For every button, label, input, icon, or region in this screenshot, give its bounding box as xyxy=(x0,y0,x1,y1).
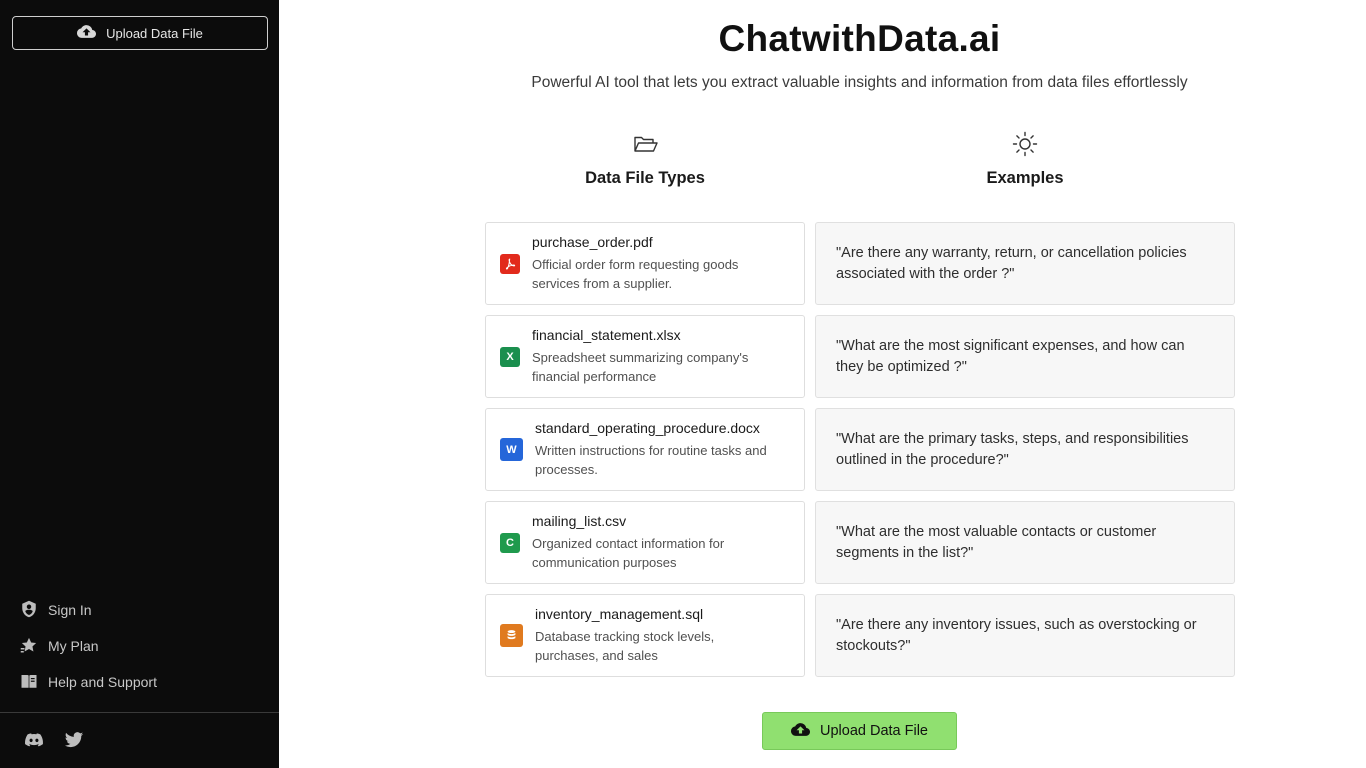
csv-icon: C xyxy=(500,532,520,553)
sidebar: Upload Data File Sign In My Plan Help an… xyxy=(0,0,279,768)
file-name: mailing_list.csv xyxy=(532,513,627,529)
sidebar-item-my-plan[interactable]: My Plan xyxy=(20,634,157,658)
cloud-upload-icon xyxy=(77,22,97,44)
discord-icon[interactable] xyxy=(24,730,44,750)
sidebar-item-sign-in[interactable]: Sign In xyxy=(20,598,157,622)
page-subtitle: Powerful AI tool that lets you extract v… xyxy=(531,74,1188,91)
sidebar-upload-label: Upload Data File xyxy=(106,25,203,41)
sun-icon xyxy=(865,131,1185,157)
sidebar-item-label: Sign In xyxy=(48,602,92,618)
example-card[interactable]: "Are there any inventory issues, such as… xyxy=(815,594,1235,677)
example-card[interactable]: "What are the primary tasks, steps, and … xyxy=(815,408,1235,491)
sidebar-item-label: Help and Support xyxy=(48,674,157,690)
book-icon xyxy=(20,672,38,693)
examples-label: Examples xyxy=(986,169,1064,187)
pdf-icon xyxy=(500,253,520,274)
file-name: inventory_management.sql xyxy=(535,606,704,622)
folder-open-icon xyxy=(485,131,805,157)
star-icon xyxy=(20,636,38,657)
file-description: Official order form requesting goods ser… xyxy=(532,257,739,291)
example-card[interactable]: "What are the most valuable contacts or … xyxy=(815,501,1235,584)
examples-header: Examples xyxy=(865,131,1185,188)
shield-icon xyxy=(20,600,38,621)
social-links xyxy=(24,730,84,750)
sidebar-divider xyxy=(0,712,279,713)
data-file-types-header: Data File Types xyxy=(485,131,805,188)
cloud-upload-icon xyxy=(791,720,810,743)
sidebar-upload-button[interactable]: Upload Data File xyxy=(12,16,268,50)
sidebar-item-label: My Plan xyxy=(48,638,99,654)
word-icon: W xyxy=(500,438,523,461)
file-card-standard-operating-procedure[interactable]: W standard_operating_procedure.docx Writ… xyxy=(485,408,805,491)
page-title: ChatwithData.ai xyxy=(718,18,1001,59)
file-card-financial-statement[interactable]: X financial_statement.xlsx Spreadsheet s… xyxy=(485,315,805,398)
file-description: Database tracking stock levels, purchase… xyxy=(535,629,715,663)
file-description: Organized contact information for commun… xyxy=(532,536,725,570)
database-icon xyxy=(500,624,523,647)
upload-data-file-button[interactable]: Upload Data File xyxy=(762,712,957,750)
sidebar-item-help[interactable]: Help and Support xyxy=(20,670,157,694)
excel-icon: X xyxy=(500,346,520,367)
upload-button-label: Upload Data File xyxy=(820,723,928,739)
data-file-types-label: Data File Types xyxy=(585,169,705,187)
file-name: financial_statement.xlsx xyxy=(532,327,681,343)
file-card-inventory-management[interactable]: inventory_management.sql Database tracki… xyxy=(485,594,805,677)
file-card-mailing-list[interactable]: C mailing_list.csv Organized contact inf… xyxy=(485,501,805,584)
sidebar-nav: Sign In My Plan Help and Support xyxy=(20,598,157,706)
file-name: standard_operating_procedure.docx xyxy=(535,420,760,436)
example-card[interactable]: "Are there any warranty, return, or canc… xyxy=(815,222,1235,305)
file-card-purchase-order[interactable]: purchase_order.pdf Official order form r… xyxy=(485,222,805,305)
file-description: Spreadsheet summarizing company's financ… xyxy=(532,350,749,384)
twitter-icon[interactable] xyxy=(64,730,84,750)
example-card[interactable]: "What are the most significant expenses,… xyxy=(815,315,1235,398)
file-name: purchase_order.pdf xyxy=(532,234,653,250)
file-description: Written instructions for routine tasks a… xyxy=(535,443,767,477)
